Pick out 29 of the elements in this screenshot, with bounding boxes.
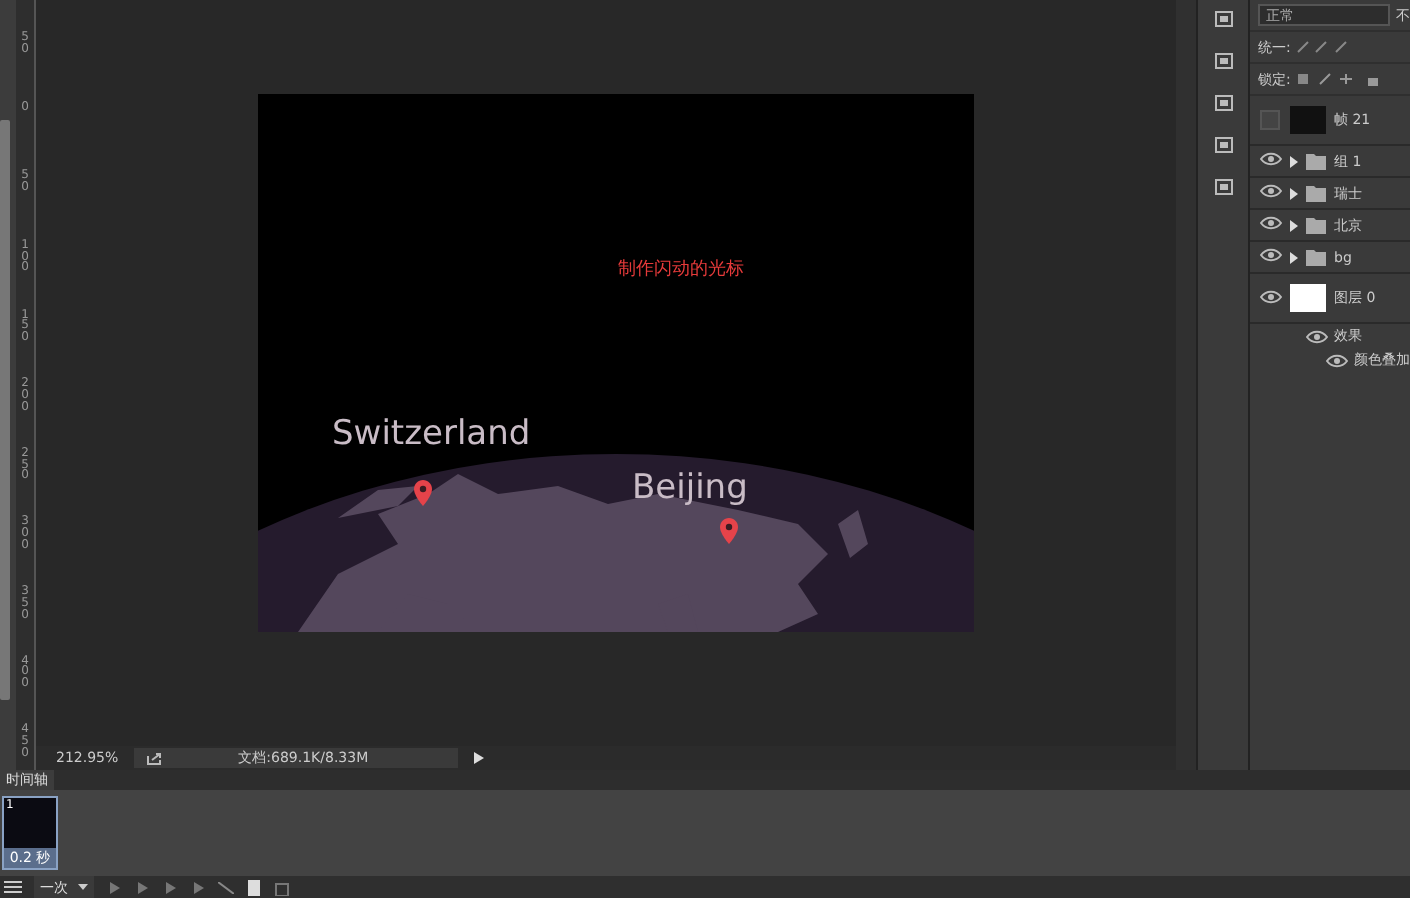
expand-arrow-icon[interactable] xyxy=(474,752,485,764)
canvas-caption: 制作闪动的光标 xyxy=(618,257,744,282)
map-pin-icon xyxy=(414,480,432,506)
play-icon[interactable] xyxy=(162,881,178,893)
layer-thumbnail xyxy=(1290,284,1326,312)
tween-icon[interactable] xyxy=(218,881,234,893)
expand-arrow-icon[interactable] xyxy=(1290,187,1298,199)
place-label: Beijing xyxy=(632,468,748,508)
eye-icon[interactable] xyxy=(1259,216,1281,230)
eye-icon[interactable] xyxy=(1259,152,1281,166)
new-frame-icon[interactable] xyxy=(246,879,262,895)
effect-eye-icon[interactable] xyxy=(1306,329,1328,343)
place-label: Switzerland xyxy=(332,414,531,454)
expand-arrow-icon[interactable] xyxy=(1290,155,1298,167)
layer-thumbnail xyxy=(1290,106,1326,134)
eye-icon[interactable] xyxy=(1259,184,1281,198)
export-icon[interactable] xyxy=(146,751,163,765)
map-pin-icon xyxy=(720,518,738,544)
panel-scrollbar[interactable] xyxy=(0,120,10,700)
effect-eye-icon[interactable] xyxy=(1326,353,1348,367)
menu-icon[interactable] xyxy=(4,880,22,894)
delete-icon[interactable] xyxy=(274,879,290,895)
eye-icon[interactable] xyxy=(1259,289,1281,303)
vertical-scrollbar[interactable] xyxy=(1176,0,1196,770)
eye-icon[interactable] xyxy=(1259,248,1281,262)
expand-arrow-icon[interactable] xyxy=(1290,219,1298,231)
visibility-toggle[interactable] xyxy=(1260,110,1280,130)
caret-icon xyxy=(78,884,88,890)
expand-arrow-icon[interactable] xyxy=(1290,251,1298,263)
